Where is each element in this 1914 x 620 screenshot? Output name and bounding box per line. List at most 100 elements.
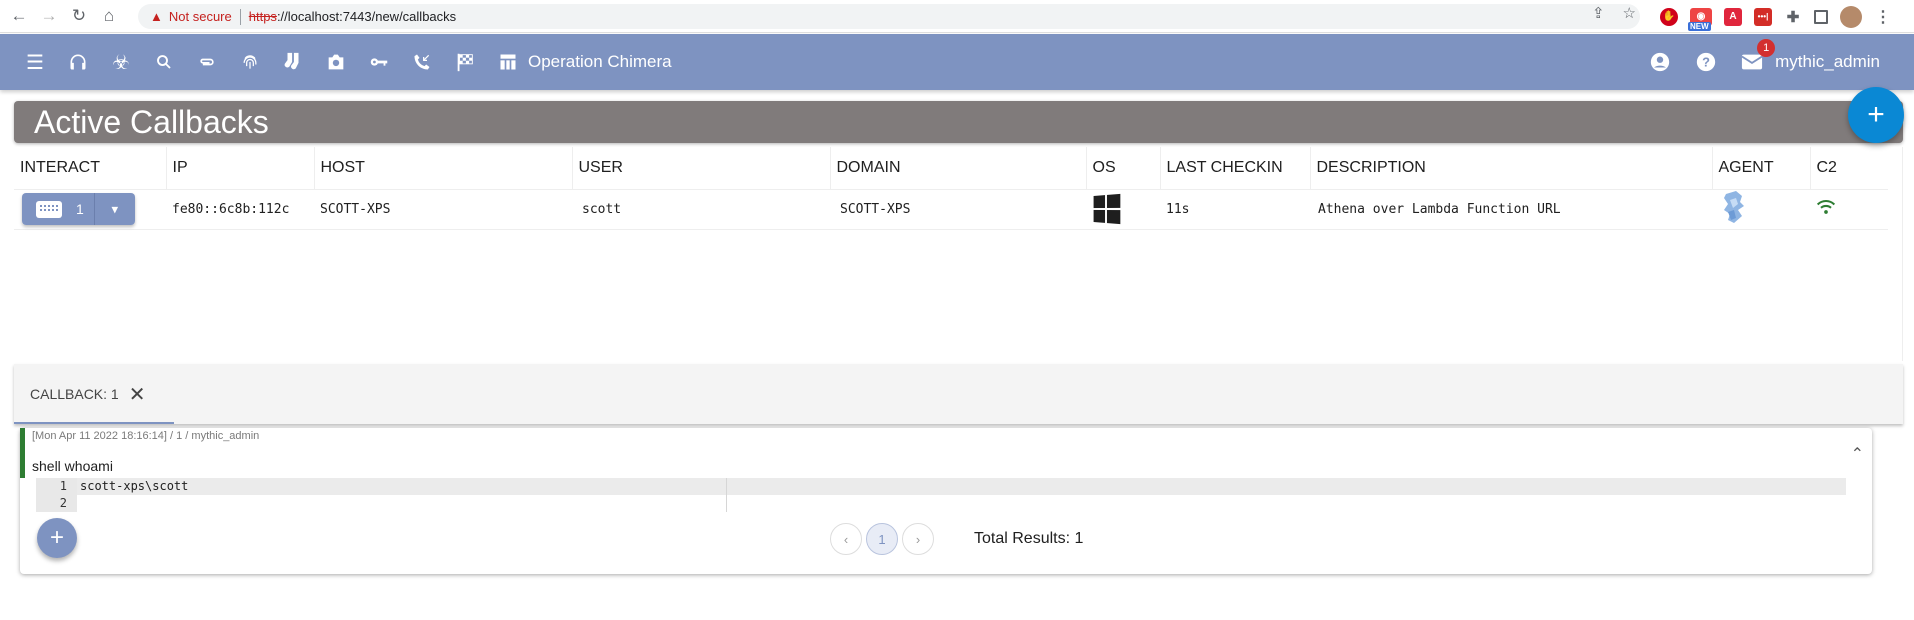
line-text [77, 495, 1846, 512]
interact-dropdown-button[interactable]: ▼ [94, 193, 135, 225]
page-button-current[interactable]: 1 [866, 523, 898, 555]
arrow-right-icon: → [40, 6, 58, 25]
previous-page-button[interactable]: ‹ [830, 523, 862, 555]
headphones-icon[interactable] [67, 51, 89, 73]
next-page-button[interactable]: › [902, 523, 934, 555]
side-panel-icon[interactable] [1814, 9, 1828, 24]
print-margin [726, 478, 727, 512]
table-header-row: INTERACT IP HOST USER DOMAIN OS LAST CHE… [14, 147, 1888, 190]
table-row[interactable]: 1 ▼ fe80::6c8b:112c SCOTT-XPS scott SCOT… [14, 189, 1888, 230]
domain-cell: SCOTT-XPS [830, 189, 1086, 230]
extensions-puzzle-icon[interactable]: ✚ [1784, 8, 1802, 26]
keyboard-icon [36, 200, 62, 218]
notification-badge: 1 [1757, 39, 1776, 57]
total-results: Total Results: 1 [974, 530, 1084, 547]
new-badge: NEW [1688, 21, 1711, 31]
add-callback-button[interactable]: + [1848, 87, 1904, 143]
forward-button[interactable]: → [38, 5, 60, 27]
camera-extension-icon[interactable]: ◉ NEW [1688, 7, 1712, 31]
bookmark-star-icon[interactable]: ☆ [1623, 4, 1636, 22]
acrobat-extension-icon[interactable]: A [1724, 7, 1742, 26]
callbacks-table: INTERACT IP HOST USER DOMAIN OS LAST CHE… [14, 147, 1903, 361]
adblock-extension-icon[interactable]: ✋ [1660, 7, 1678, 26]
key-icon[interactable] [368, 51, 390, 73]
checkered-flag-icon[interactable] [454, 51, 476, 73]
browser-menu-icon[interactable]: ⋮ [1874, 8, 1892, 26]
search-icon[interactable] [153, 51, 175, 73]
column-header-host[interactable]: HOST [314, 147, 573, 190]
column-header-description[interactable]: DESCRIPTION [1310, 147, 1713, 190]
column-header-user[interactable]: USER [572, 147, 831, 190]
username[interactable]: mythic_admin [1775, 52, 1880, 72]
ip-cell: fe80::6c8b:112c [166, 189, 314, 230]
url-protocol: https [248, 9, 277, 24]
active-tab-indicator [14, 422, 174, 424]
lastpass-extension-icon[interactable]: •••| [1754, 7, 1772, 26]
agent-cell [1712, 189, 1810, 230]
chevron-up-icon[interactable]: ⌃ [1851, 444, 1864, 464]
security-status[interactable]: Not secure [169, 9, 232, 24]
wifi-icon[interactable] [1816, 198, 1836, 216]
warning-icon: ▲ [150, 9, 163, 24]
tab-callback-1[interactable]: CALLBACK: 1 ✕ [14, 364, 174, 424]
mail-icon[interactable]: 1 [1741, 39, 1776, 73]
line-number: 2 [36, 495, 77, 512]
phone-callback-icon[interactable] [411, 51, 433, 73]
reload-button[interactable]: ↻ [68, 5, 90, 27]
callback-tabs: CALLBACK: 1 ✕ [14, 364, 1903, 424]
interact-button[interactable]: 1 [22, 193, 95, 225]
back-button[interactable]: ← [8, 5, 30, 27]
editor-line: 2 [36, 495, 1846, 512]
last-checkin-cell: 11s [1160, 189, 1310, 230]
column-header-os[interactable]: OS [1086, 147, 1161, 190]
operation-name[interactable]: Operation Chimera [528, 52, 672, 72]
column-header-last-checkin[interactable]: LAST CHECKIN [1160, 147, 1311, 190]
table-icon[interactable] [497, 51, 519, 73]
windows-icon [1093, 193, 1121, 225]
paperclip-icon[interactable] [196, 51, 218, 73]
editor-line: 1 scott-xps\scott [36, 478, 1846, 495]
os-cell [1086, 189, 1160, 230]
menu-icon[interactable]: ☰ [24, 51, 46, 74]
column-header-agent[interactable]: AGENT [1712, 147, 1811, 190]
add-task-button[interactable]: + [37, 518, 77, 558]
close-icon[interactable]: ✕ [129, 382, 146, 407]
share-icon[interactable]: ⇪ [1592, 4, 1605, 22]
description-cell[interactable]: Athena over Lambda Function URL [1310, 189, 1712, 230]
reload-icon: ↻ [71, 6, 87, 25]
divider [239, 8, 241, 25]
page-title: Active Callbacks [34, 104, 269, 140]
home-button[interactable]: ⌂ [98, 5, 120, 27]
account-icon[interactable] [1649, 51, 1671, 73]
line-text: scott-xps\scott [77, 478, 1846, 495]
svg-text:?: ? [1702, 55, 1710, 70]
task-command: shell whoami [32, 458, 113, 474]
socks-icon[interactable] [282, 51, 304, 73]
column-header-domain[interactable]: DOMAIN [830, 147, 1087, 190]
camera-icon[interactable] [325, 51, 347, 73]
help-icon[interactable]: ? [1695, 51, 1717, 73]
caret-down-icon: ▼ [111, 202, 119, 216]
interact-cell: 1 ▼ [14, 189, 166, 230]
fingerprint-icon[interactable] [239, 51, 261, 73]
arrow-left-icon: ← [10, 6, 28, 25]
page-header: Active Callbacks [14, 101, 1903, 143]
profile-avatar[interactable] [1840, 5, 1862, 28]
task-status-accent [20, 428, 25, 478]
line-number: 1 [36, 478, 77, 495]
column-header-c2[interactable]: C2 [1810, 147, 1888, 190]
column-header-interact[interactable]: INTERACT [14, 147, 167, 190]
app-bar: ☰ ☣ Operation Chimera ? 1 mythic_admin [0, 34, 1914, 90]
address-bar[interactable]: ▲ Not secure https ://localhost:7443/new… [138, 4, 1640, 29]
c2-cell [1810, 189, 1888, 230]
interact-button-group: 1 ▼ [22, 193, 135, 225]
task-meta: [Mon Apr 11 2022 18:16:14] / 1 / mythic_… [32, 430, 260, 442]
tab-label: CALLBACK: 1 [30, 386, 119, 402]
task-output-editor[interactable]: 1 scott-xps\scott 2 [36, 478, 1846, 512]
biohazard-icon[interactable]: ☣ [110, 51, 132, 74]
home-icon: ⌂ [103, 6, 115, 25]
column-header-ip[interactable]: IP [166, 147, 315, 190]
callback-id: 1 [76, 201, 84, 217]
athena-agent-icon[interactable] [1718, 190, 1748, 224]
host-cell: SCOTT-XPS [314, 189, 572, 230]
